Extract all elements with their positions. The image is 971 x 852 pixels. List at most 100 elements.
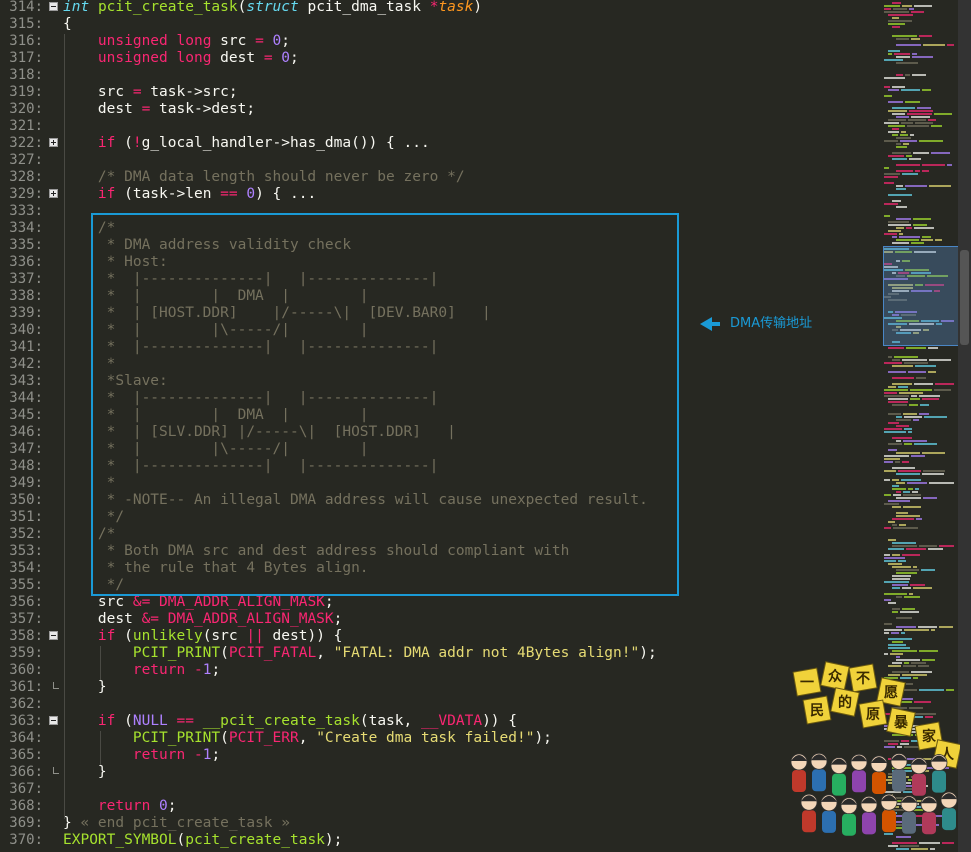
code-text: return -1; (63, 662, 220, 679)
code-token: src (63, 594, 133, 610)
minimap-line (896, 62, 918, 64)
scrollbar-thumb[interactable] (960, 250, 969, 345)
minimap-line (884, 527, 891, 529)
minimap-line (919, 140, 943, 142)
code-token: , (316, 645, 334, 661)
minimap-line (915, 170, 920, 172)
minimap-line (884, 431, 906, 433)
line-number: 349: (9, 475, 43, 491)
line-number: 364: (9, 730, 43, 746)
minimap-line (888, 638, 912, 640)
minimap-line (915, 488, 919, 490)
code-token: ( (115, 713, 133, 729)
minimap-line (896, 656, 900, 658)
code-token: unsigned (97, 33, 168, 49)
minimap-line (892, 152, 911, 154)
minimap-viewport[interactable] (883, 246, 963, 346)
code-token: PCIT_FATAL (228, 645, 317, 661)
minimap-line (892, 17, 899, 19)
minimap-line (896, 137, 911, 139)
minimap-line (888, 125, 905, 127)
minimap-line (922, 89, 931, 91)
fold-collapse-icon[interactable] (49, 631, 58, 640)
minimap-line (896, 185, 903, 187)
minimap-line (914, 5, 932, 7)
minimap-line (911, 455, 925, 457)
minimap-line (892, 479, 899, 481)
minimap-line (899, 524, 906, 526)
minimap-line (896, 218, 911, 220)
minimap-line (884, 461, 893, 463)
person-body (842, 813, 856, 836)
minimap-line (888, 356, 892, 358)
code-token: (task, (359, 713, 421, 729)
fold-expand-icon[interactable] (49, 189, 58, 198)
code-token: dest (211, 50, 264, 66)
code-text: if (task->len == 0) { ... (63, 186, 316, 203)
line-number: 358: (9, 628, 43, 644)
person-figure (930, 754, 948, 793)
code-token: } (63, 815, 81, 831)
person-figure (830, 757, 848, 796)
minimap-line (884, 77, 905, 79)
person-figure (880, 793, 898, 833)
code-token: = (141, 101, 151, 117)
line-number: 348: (9, 458, 43, 474)
line-number: 328: (9, 169, 43, 185)
minimap-line (884, 182, 894, 184)
code-token: return (132, 747, 186, 763)
minimap-line (884, 581, 909, 583)
person-body (922, 812, 936, 835)
minimap-line (888, 413, 901, 415)
minimap-line (904, 416, 922, 418)
minimap-line (901, 131, 906, 133)
minimap-line (910, 134, 914, 136)
minimap-line (919, 413, 929, 415)
minimap-line (896, 617, 912, 619)
code-token: (src (202, 628, 247, 644)
minimap-line (904, 443, 912, 445)
line-number: 337: (9, 271, 43, 287)
line-number: 314: (9, 0, 43, 15)
minimap-line (892, 365, 913, 367)
minimap-line (884, 233, 897, 235)
code-token: unlikely (132, 628, 203, 644)
minimap-line (917, 107, 931, 109)
fold-collapse-icon[interactable] (49, 716, 58, 725)
minimap-line (903, 506, 921, 508)
minimap-line (892, 587, 900, 589)
minimap-line (902, 359, 927, 361)
code-editor[interactable]: 314: int pcit_create_task(struct pcit_dma… (0, 0, 880, 852)
person-figure (890, 753, 908, 792)
code-token: PCIT_PRINT (132, 645, 221, 661)
minimap-line (898, 470, 921, 472)
minimap-line (913, 218, 931, 220)
person-body (882, 810, 896, 833)
minimap-line (928, 119, 936, 121)
person-figure (920, 795, 938, 835)
minimap-line (923, 44, 945, 46)
fold-expand-icon[interactable] (49, 138, 58, 147)
code-text: } « end pcit_create_task » (63, 815, 290, 832)
minimap-line (896, 416, 902, 418)
sign-text: 家 (922, 728, 937, 745)
minimap-line (892, 236, 897, 238)
minimap-line (922, 398, 939, 400)
minimap-line (896, 143, 901, 145)
minimap-line (902, 173, 918, 175)
minimap-line (896, 170, 913, 172)
people-group (790, 752, 958, 836)
line-number: 343: (9, 373, 43, 389)
minimap-line (892, 524, 897, 526)
code-token: « end pcit_create_task » (80, 815, 290, 831)
minimap-line (934, 113, 952, 115)
line-number: 320: (9, 101, 43, 117)
code-token: if (97, 713, 116, 729)
minimap-line (892, 437, 912, 439)
fold-collapse-icon[interactable] (49, 2, 58, 11)
